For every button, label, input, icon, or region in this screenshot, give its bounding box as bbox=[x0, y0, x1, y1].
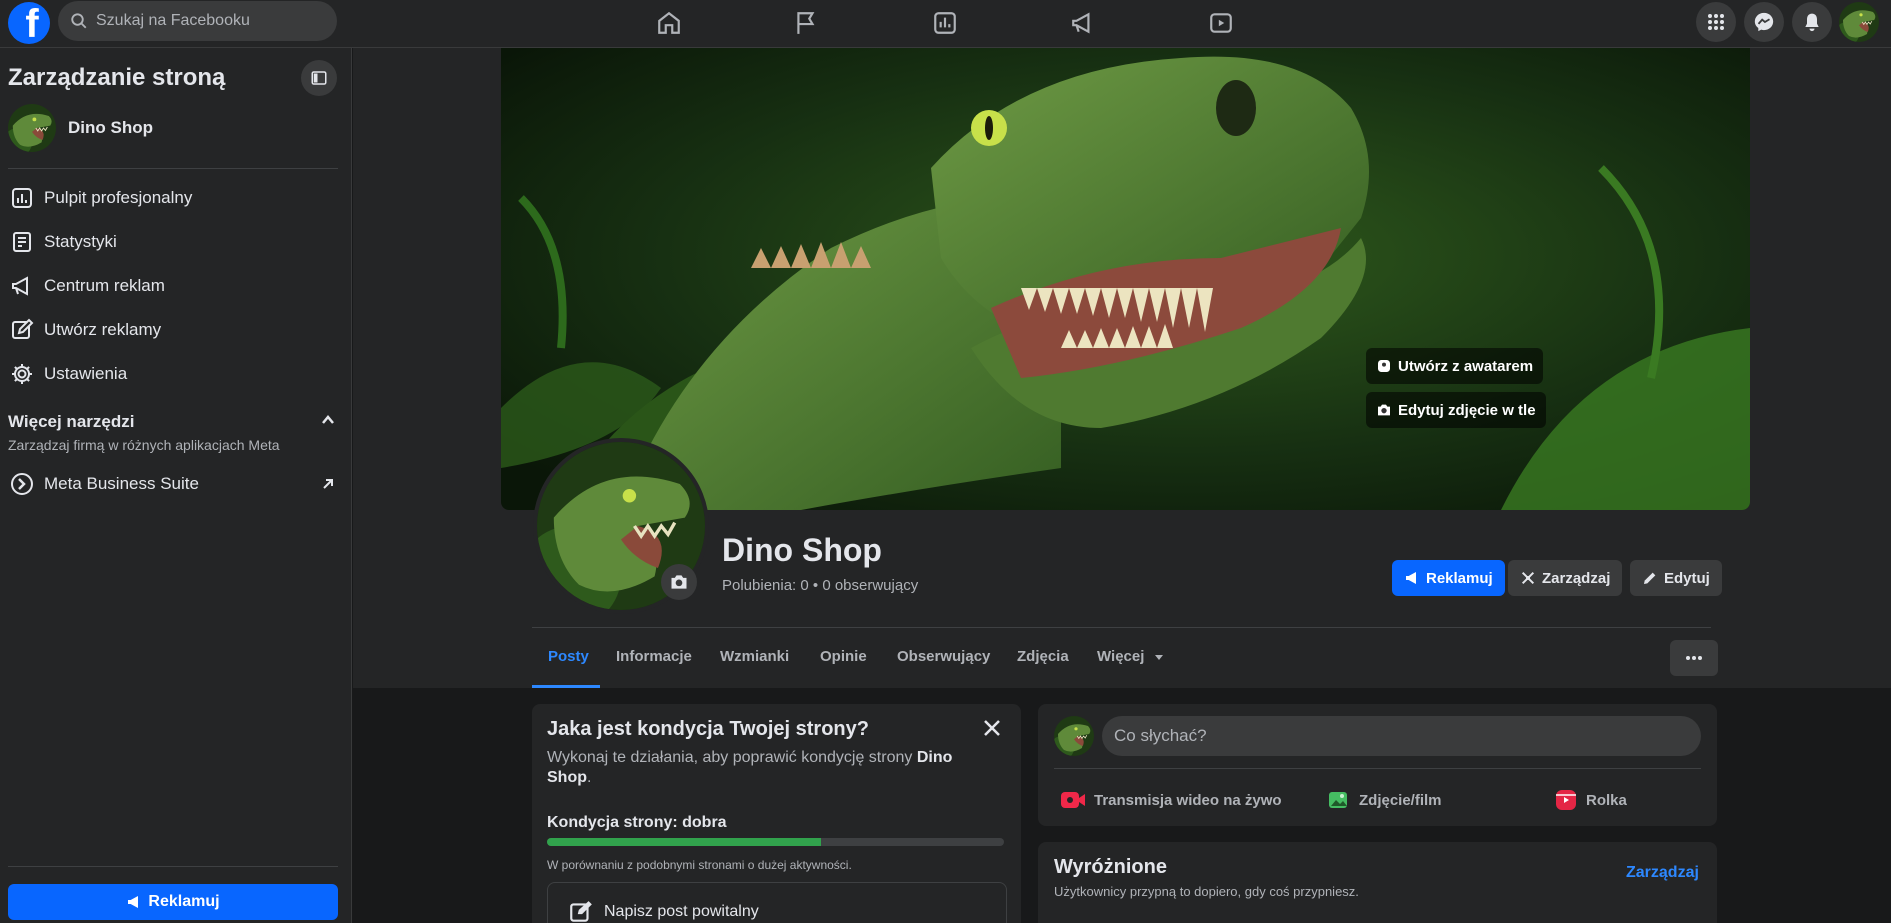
reel-icon bbox=[1556, 790, 1576, 810]
page-health-card: Jaka jest kondycja Twojej strony? Wykona… bbox=[532, 704, 1021, 923]
active-tab-indicator bbox=[532, 685, 600, 688]
health-progress-bar bbox=[547, 838, 1004, 846]
create-with-avatar-button[interactable]: Utwórz z awatarem bbox=[1366, 348, 1544, 384]
more-tools-title[interactable]: Więcej narzędzi bbox=[8, 412, 134, 432]
top-bar: f bbox=[0, 0, 1891, 48]
welcome-post-task[interactable]: Napisz post powitalny bbox=[547, 882, 1007, 923]
bell-icon[interactable] bbox=[1792, 2, 1832, 42]
gear-icon bbox=[8, 360, 36, 388]
search-input[interactable] bbox=[96, 12, 316, 30]
sidebar-item-create-ads[interactable]: Utwórz reklamy bbox=[8, 310, 338, 350]
tools-icon bbox=[1521, 571, 1535, 585]
sidebar-page-name: Dino Shop bbox=[68, 118, 153, 137]
sidebar-item-statistics[interactable]: Statystyki bbox=[8, 222, 338, 262]
sidebar-item-label: Meta Business Suite bbox=[44, 474, 199, 493]
tab-photos[interactable]: Zdjęcia bbox=[1017, 648, 1069, 665]
main-content: Utwórz z awatarem Edytuj zdjęcie w tle D… bbox=[353, 48, 1891, 923]
page-title: Dino Shop bbox=[722, 532, 882, 568]
tab-more[interactable]: Więcej bbox=[1097, 648, 1165, 665]
edit-button[interactable]: Edytuj bbox=[1630, 560, 1722, 596]
sidebar-item-ads-center[interactable]: Centrum reklam bbox=[8, 266, 338, 306]
pencil-square-icon bbox=[8, 316, 36, 344]
ellipsis-icon bbox=[1686, 656, 1702, 660]
external-link-icon bbox=[323, 479, 333, 489]
collapse-sidebar-icon[interactable] bbox=[301, 60, 337, 96]
avatar-icon bbox=[1378, 360, 1390, 372]
composer-avatar bbox=[1054, 716, 1094, 756]
search-icon bbox=[71, 13, 87, 29]
tab-posts[interactable]: Posty bbox=[548, 648, 589, 665]
account-avatar[interactable] bbox=[1839, 2, 1879, 42]
health-description: Wykonaj te działania, aby poprawić kondy… bbox=[547, 749, 953, 786]
photo-icon bbox=[1329, 792, 1347, 808]
featured-manage-link[interactable]: Zarządzaj bbox=[1626, 864, 1699, 882]
megaphone-icon bbox=[8, 272, 36, 300]
insights-icon[interactable] bbox=[890, 0, 1000, 46]
featured-subtitle: Użytkownicy przypną to dopiero, gdy coś … bbox=[1054, 884, 1359, 899]
sidebar-title: Zarządzanie stroną bbox=[8, 64, 226, 91]
menu-grid-icon[interactable] bbox=[1696, 2, 1736, 42]
divider bbox=[1054, 768, 1701, 769]
sidebar-promote-button[interactable]: Reklamuj bbox=[8, 884, 338, 920]
sidebar-item-label: Ustawienia bbox=[44, 364, 128, 383]
divider bbox=[8, 168, 338, 169]
page-avatar bbox=[8, 104, 56, 152]
cover-photo[interactable]: Utwórz z awatarem Edytuj zdjęcie w tle bbox=[501, 48, 1750, 510]
promote-button[interactable]: Reklamuj bbox=[1392, 560, 1505, 596]
search-box[interactable] bbox=[58, 1, 337, 41]
sidebar-item-meta-business-suite[interactable]: Meta Business Suite bbox=[8, 464, 338, 504]
sidebar-item-settings[interactable]: Ustawienia bbox=[8, 354, 338, 394]
more-tools-subtitle: Zarządzaj firmą w różnych aplikacjach Me… bbox=[8, 437, 280, 453]
health-condition: Kondycja strony: dobra bbox=[547, 814, 727, 831]
live-video-button[interactable]: Transmisja wideo na żywo bbox=[1060, 780, 1282, 820]
page-header: Utwórz z awatarem Edytuj zdjęcie w tle D… bbox=[353, 48, 1891, 688]
tab-reviews[interactable]: Opinie bbox=[820, 648, 867, 665]
pencil-icon bbox=[1644, 572, 1656, 584]
chevron-up-icon[interactable] bbox=[320, 412, 336, 428]
divider bbox=[532, 627, 1711, 628]
more-options-button[interactable] bbox=[1670, 640, 1718, 676]
statistics-icon bbox=[8, 228, 36, 256]
megaphone-icon bbox=[128, 896, 139, 908]
page-stats[interactable]: Polubienia: 0 • 0 obserwujący bbox=[722, 577, 918, 594]
sidebar-item-dashboard[interactable]: Pulpit profesjonalny bbox=[8, 178, 338, 218]
video-icon[interactable] bbox=[1166, 0, 1276, 46]
health-comparison: W porównaniu z podobnymi stronami o duże… bbox=[547, 858, 852, 872]
megaphone-icon[interactable] bbox=[1028, 0, 1138, 46]
edit-cover-photo-button[interactable]: Edytuj zdjęcie w tle bbox=[1366, 392, 1546, 428]
page-management-sidebar: Zarządzanie stroną Dino Shop Pulpit prof… bbox=[0, 48, 352, 923]
live-video-icon bbox=[1061, 792, 1085, 808]
camera-icon[interactable] bbox=[661, 564, 697, 600]
meta-business-suite-icon bbox=[8, 470, 36, 498]
camera-icon bbox=[1378, 404, 1390, 416]
flag-icon[interactable] bbox=[751, 0, 861, 46]
caret-down-icon bbox=[1154, 655, 1163, 661]
home-icon[interactable] bbox=[614, 0, 724, 46]
sidebar-item-label: Pulpit profesjonalny bbox=[44, 188, 193, 207]
close-icon[interactable] bbox=[980, 716, 1004, 740]
compose-icon bbox=[570, 901, 592, 922]
sidebar-item-label: Statystyki bbox=[44, 232, 117, 251]
composer-input[interactable]: Co słychać? bbox=[1102, 716, 1701, 756]
photo-video-button[interactable]: Zdjęcie/film bbox=[1327, 780, 1442, 820]
featured-card: Wyróżnione Użytkownicy przypną to dopier… bbox=[1038, 842, 1717, 923]
tab-about[interactable]: Informacje bbox=[616, 648, 692, 665]
facebook-logo[interactable]: f bbox=[8, 2, 50, 44]
megaphone-icon bbox=[1406, 572, 1416, 584]
post-composer: Co słychać? Transmisja wideo na żywo Zdj… bbox=[1038, 704, 1717, 826]
tab-mentions[interactable]: Wzmianki bbox=[720, 648, 789, 665]
sidebar-item-label: Utwórz reklamy bbox=[44, 320, 162, 339]
sidebar-item-label: Centrum reklam bbox=[44, 276, 165, 295]
divider bbox=[8, 866, 338, 867]
tab-followers[interactable]: Obserwujący bbox=[897, 648, 990, 665]
messenger-icon[interactable] bbox=[1744, 2, 1784, 42]
featured-title: Wyróżnione bbox=[1054, 856, 1167, 878]
dashboard-icon bbox=[8, 184, 36, 212]
manage-button[interactable]: Zarządzaj bbox=[1508, 560, 1623, 596]
reel-button[interactable]: Rolka bbox=[1554, 780, 1627, 820]
health-title: Jaka jest kondycja Twojej strony? bbox=[547, 718, 869, 740]
sidebar-page-switcher[interactable]: Dino Shop bbox=[8, 104, 338, 152]
